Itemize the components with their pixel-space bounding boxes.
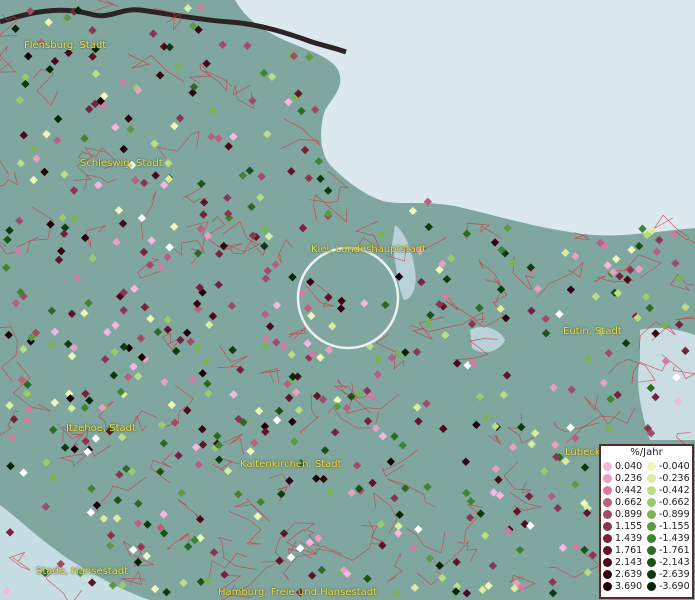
legend-value-positive: 2.143 — [615, 557, 643, 568]
legend-row: 1.155 -1.155 — [603, 521, 692, 533]
city-label-schleswig: Schleswig, Stadt — [80, 158, 163, 169]
legend-swatch-positive — [603, 582, 612, 591]
legend-row: 3.690 -3.690 — [603, 581, 692, 593]
city-label-stade: Stade, Hansestadt — [36, 566, 129, 577]
legend-value-positive: 1.439 — [615, 533, 643, 544]
legend-row: 1.761 -1.761 — [603, 545, 692, 557]
legend: %/Jahr 0.040 -0.040 0.236 -0.236 0.442 -0.442… — [599, 444, 694, 599]
legend-row: 0.442 -0.442 — [603, 485, 692, 497]
legend-swatch-positive — [603, 486, 612, 495]
legend-swatch-negative — [647, 570, 656, 579]
legend-swatch-negative — [647, 486, 656, 495]
legend-value-positive: 0.662 — [615, 497, 643, 508]
city-label-eutin: Eutin, Stadt — [563, 326, 622, 337]
legend-value-negative: -1.155 — [659, 521, 690, 532]
legend-value-negative: -0.899 — [659, 509, 690, 520]
legend-value-negative: -1.439 — [659, 533, 690, 544]
city-label-hamburg: Hamburg, Freie und Hansestadt — [218, 587, 377, 598]
city-label-kaltenkirchen: Kaltenkirchen, Stadt — [240, 459, 342, 470]
legend-swatch-negative — [647, 498, 656, 507]
legend-row: 0.040 -0.040 — [603, 461, 692, 473]
sea-lower-right — [638, 327, 695, 440]
legend-value-negative: -0.236 — [659, 473, 690, 484]
legend-value-positive: 0.040 — [615, 461, 643, 472]
legend-row: 0.662 -0.662 — [603, 497, 692, 509]
legend-value-positive: 0.442 — [615, 485, 643, 496]
legend-value-positive: 2.639 — [615, 569, 643, 580]
legend-row: 0.899 -0.899 — [603, 509, 692, 521]
legend-swatch-positive — [603, 558, 612, 567]
legend-row: 1.439 -1.439 — [603, 533, 692, 545]
city-label-itzehoe: Itzehoe, Stadt — [66, 423, 136, 434]
legend-swatch-positive — [603, 546, 612, 555]
legend-value-negative: -0.662 — [659, 497, 690, 508]
legend-value-positive: 0.236 — [615, 473, 643, 484]
legend-swatch-positive — [603, 498, 612, 507]
legend-swatch-negative — [647, 462, 656, 471]
legend-value-negative: -1.761 — [659, 545, 690, 556]
legend-value-negative: -0.040 — [659, 461, 690, 472]
legend-swatch-positive — [603, 534, 612, 543]
legend-value-positive: 1.761 — [615, 545, 643, 556]
legend-value-negative: -0.442 — [659, 485, 690, 496]
legend-swatch-positive — [603, 522, 612, 531]
legend-swatch-negative — [647, 582, 656, 591]
city-label-luebeck: Lübeck — [565, 447, 601, 458]
legend-row: 2.639 -2.639 — [603, 569, 692, 581]
legend-title: %/Jahr — [630, 447, 663, 458]
map-canvas[interactable] — [0, 0, 695, 600]
legend-swatch-positive — [603, 510, 612, 519]
legend-swatch-positive — [603, 462, 612, 471]
legend-swatch-negative — [647, 558, 656, 567]
legend-swatch-negative — [647, 510, 656, 519]
city-label-flensburg: Flensburg, Stadt — [24, 40, 107, 51]
legend-value-positive: 1.155 — [615, 521, 643, 532]
legend-value-negative: -2.143 — [659, 557, 690, 568]
legend-row: 2.143 -2.143 — [603, 557, 692, 569]
legend-value-negative: -3.690 — [659, 581, 690, 592]
legend-swatch-negative — [647, 546, 656, 555]
legend-swatch-positive — [603, 570, 612, 579]
legend-value-negative: -2.639 — [659, 569, 690, 580]
legend-value-positive: 0.899 — [615, 509, 643, 520]
legend-swatch-negative — [647, 522, 656, 531]
legend-row: 0.236 -0.236 — [603, 473, 692, 485]
legend-swatch-negative — [647, 474, 656, 483]
city-label-kiel: Kiel, Landeshauptstadt — [311, 244, 426, 255]
legend-value-positive: 3.690 — [615, 581, 643, 592]
legend-swatch-positive — [603, 474, 612, 483]
legend-swatch-negative — [647, 534, 656, 543]
